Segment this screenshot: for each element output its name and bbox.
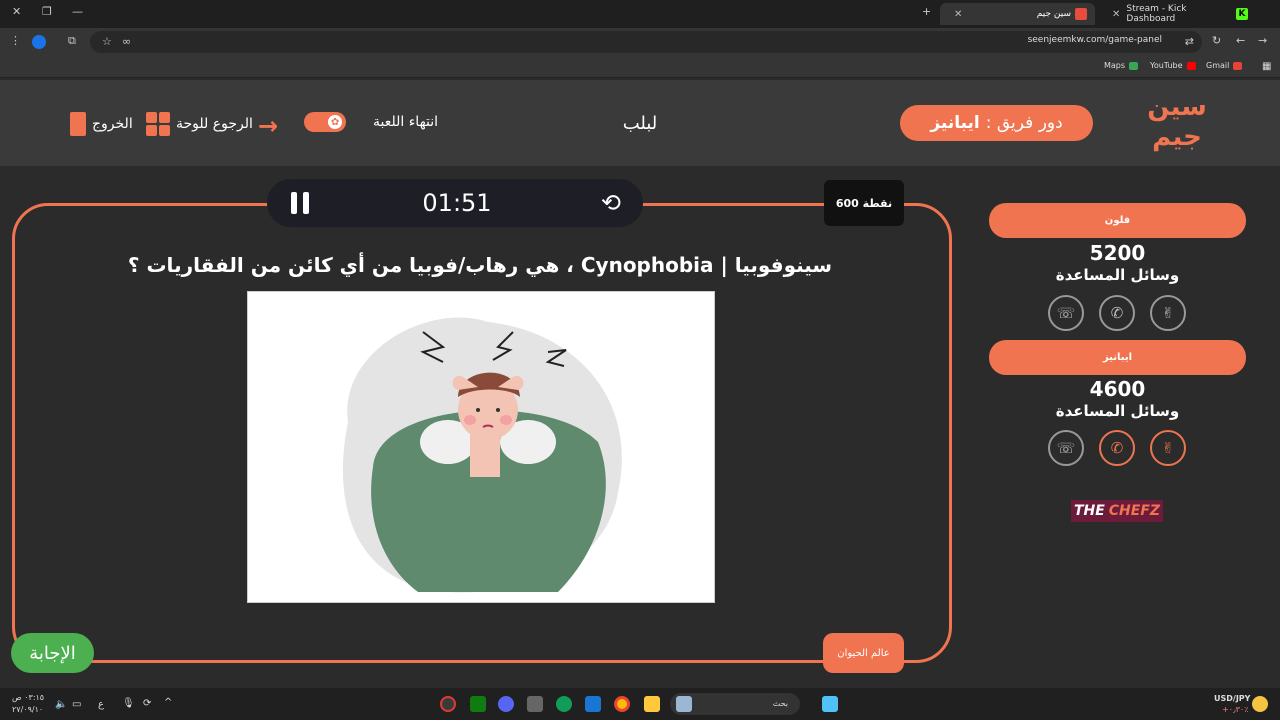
- close-tab-icon[interactable]: ✕: [954, 9, 962, 20]
- site-settings-icon[interactable]: ⇄: [1185, 35, 1194, 48]
- team-2-call-aid-icon[interactable]: ☏: [1048, 430, 1084, 466]
- team-1-call-aid-icon[interactable]: ☏: [1048, 295, 1084, 331]
- profile-avatar[interactable]: [32, 35, 46, 49]
- bookmark-youtube[interactable]: YouTube: [1150, 61, 1196, 70]
- extensions-icon[interactable]: ⧉: [68, 34, 76, 48]
- timer-display: 01:51: [422, 189, 492, 217]
- sync-icon[interactable]: ⟳: [143, 698, 151, 709]
- answer-button[interactable]: الإجابة: [11, 633, 94, 673]
- seenjeem-favicon-icon: [1075, 8, 1087, 20]
- bookmarks-bar: Maps YouTube Gmail ▦: [0, 56, 1280, 78]
- question-text: سينوفوبيا | Cynophobia ، هي رهاب/فوبيا م…: [127, 253, 833, 277]
- clock-time: ٠٣:١٥ ص: [12, 693, 45, 702]
- end-game-toggle[interactable]: ✿: [304, 112, 347, 132]
- omnibox[interactable]: ☆ ∞ seenjeemkw.com/game-panel ⇄: [90, 31, 1202, 53]
- chrome-icon[interactable]: [614, 696, 630, 712]
- taskbar-search[interactable]: بحث: [670, 693, 800, 715]
- board-grid-icon: [146, 112, 170, 136]
- apps-grid-icon[interactable]: ▦: [1262, 61, 1271, 72]
- bookmark-star-icon[interactable]: ☆: [102, 35, 112, 48]
- reader-icon[interactable]: ∞: [122, 35, 131, 48]
- currency-pair: USD/JPY: [1214, 694, 1251, 703]
- exit-label: الخروج: [92, 116, 133, 132]
- bookmark-gmail[interactable]: Gmail: [1206, 61, 1243, 70]
- new-tab-icon[interactable]: +: [922, 5, 931, 18]
- minimize-window-icon[interactable]: —: [72, 5, 83, 18]
- team-2-score: 4600: [1089, 377, 1146, 401]
- game-title: لبلب: [622, 113, 658, 134]
- sponsor-logo: THE CHEFZ: [1071, 500, 1163, 522]
- clock-date: ٢٧/٠٩/١٠: [12, 705, 44, 714]
- turn-indicator: دور فريق : ايبانيز: [900, 105, 1093, 141]
- maps-icon: [1129, 61, 1139, 70]
- file-explorer-icon[interactable]: [644, 696, 660, 712]
- windows-taskbar: ٠٣:١٥ ص ٢٧/٠٩/١٠ 🔈 ▭ ع 🎙 ⟳ ^ بحث USD/JPY…: [0, 688, 1280, 720]
- tab-kick[interactable]: ✕ Stream - Kick Dashboard K: [1098, 3, 1256, 25]
- mic-icon[interactable]: 🎙: [122, 698, 135, 709]
- anxious-person-illustration: [342, 317, 622, 593]
- tray-chevron-icon[interactable]: ^: [164, 697, 172, 708]
- browser-tab-strip: ✕ ❐ — + ✕ سين جيم ✕ Stream - Kick Dashbo…: [0, 0, 1280, 28]
- points-badge: 600 نقطة: [824, 180, 904, 226]
- obs-icon[interactable]: [440, 696, 456, 712]
- forward-icon[interactable]: →: [1258, 34, 1267, 47]
- team-1-name: فلون: [989, 203, 1246, 238]
- team-2-aids-label: وسائل المساعدة: [1055, 402, 1180, 420]
- team-2-phone-aid-icon[interactable]: ✆: [1099, 430, 1135, 466]
- question-image: [247, 291, 715, 603]
- edge-icon[interactable]: [556, 696, 572, 712]
- arrow-right-icon: →: [258, 112, 279, 140]
- turn-team-name: ايبانيز: [930, 113, 980, 133]
- category-tag: عالم الحيوان: [823, 633, 904, 673]
- currency-change: +٠٫٣٠٪: [1222, 705, 1249, 714]
- timer-bar: 01:51 ⟲: [267, 179, 643, 227]
- reset-timer-icon[interactable]: ⟲: [601, 189, 621, 217]
- team-1-aids-label: وسائل المساعدة: [1055, 266, 1180, 284]
- seenjeem-logo: سين جيم: [1147, 92, 1207, 152]
- address-bar: ⋮ ⧉ ☆ ∞ seenjeemkw.com/game-panel ⇄ ↻ ← …: [0, 28, 1280, 56]
- team-1-phone-aid-icon[interactable]: ✆: [1099, 295, 1135, 331]
- back-board-label: الرجوع للوحة: [176, 116, 253, 132]
- close-window-icon[interactable]: ✕: [12, 5, 21, 18]
- menu-icon[interactable]: ⋮: [10, 34, 21, 47]
- restore-window-icon[interactable]: ❐: [42, 5, 52, 18]
- youtube-icon: [1186, 61, 1196, 70]
- speaker-icon[interactable]: 🔈: [55, 699, 67, 710]
- team-2-name: ايبانيز: [989, 340, 1246, 375]
- back-to-board-button[interactable]: → انتهاء اللعبة: [258, 112, 278, 140]
- tab-seenjeem[interactable]: ✕ سين جيم: [940, 3, 1095, 25]
- team-2-two-answers-aid-icon[interactable]: ✌: [1150, 430, 1186, 466]
- mail-icon[interactable]: [585, 696, 601, 712]
- gmail-icon: [1233, 61, 1243, 70]
- tab-title: سين جيم: [1036, 9, 1071, 19]
- close-tab-icon[interactable]: ✕: [1112, 9, 1120, 20]
- xbox-icon[interactable]: [470, 696, 486, 712]
- language-indicator[interactable]: ع: [98, 699, 104, 710]
- team-1-two-answers-aid-icon[interactable]: ✌: [1150, 295, 1186, 331]
- reload-icon[interactable]: ↻: [1212, 34, 1221, 47]
- exit-door-icon: [70, 112, 86, 136]
- end-game-label: انتهاء اللعبة: [373, 114, 439, 130]
- bookmark-maps[interactable]: Maps: [1104, 61, 1139, 70]
- turn-prefix: دور فريق :: [985, 113, 1063, 133]
- team-1-score: 5200: [1089, 241, 1146, 265]
- exit-button[interactable]: الخروج: [70, 112, 133, 136]
- url-text: seenjeemkw.com/game-panel: [1027, 35, 1162, 45]
- kick-favicon-icon: K: [1236, 8, 1248, 20]
- tab-title: Stream - Kick Dashboard: [1126, 4, 1187, 24]
- pause-icon[interactable]: [291, 192, 311, 214]
- start-windows-icon[interactable]: [822, 696, 838, 712]
- widget-icon[interactable]: [1252, 696, 1268, 712]
- gear-icon: ✿: [328, 115, 343, 129]
- network-icon[interactable]: ▭: [72, 699, 81, 710]
- back-board-button[interactable]: الرجوع للوحة: [146, 112, 253, 136]
- store-icon[interactable]: [527, 696, 543, 712]
- back-icon[interactable]: ←: [1236, 34, 1245, 47]
- search-highlight-icon: [676, 696, 692, 712]
- discord-icon[interactable]: [498, 696, 514, 712]
- search-placeholder: بحث: [772, 699, 788, 708]
